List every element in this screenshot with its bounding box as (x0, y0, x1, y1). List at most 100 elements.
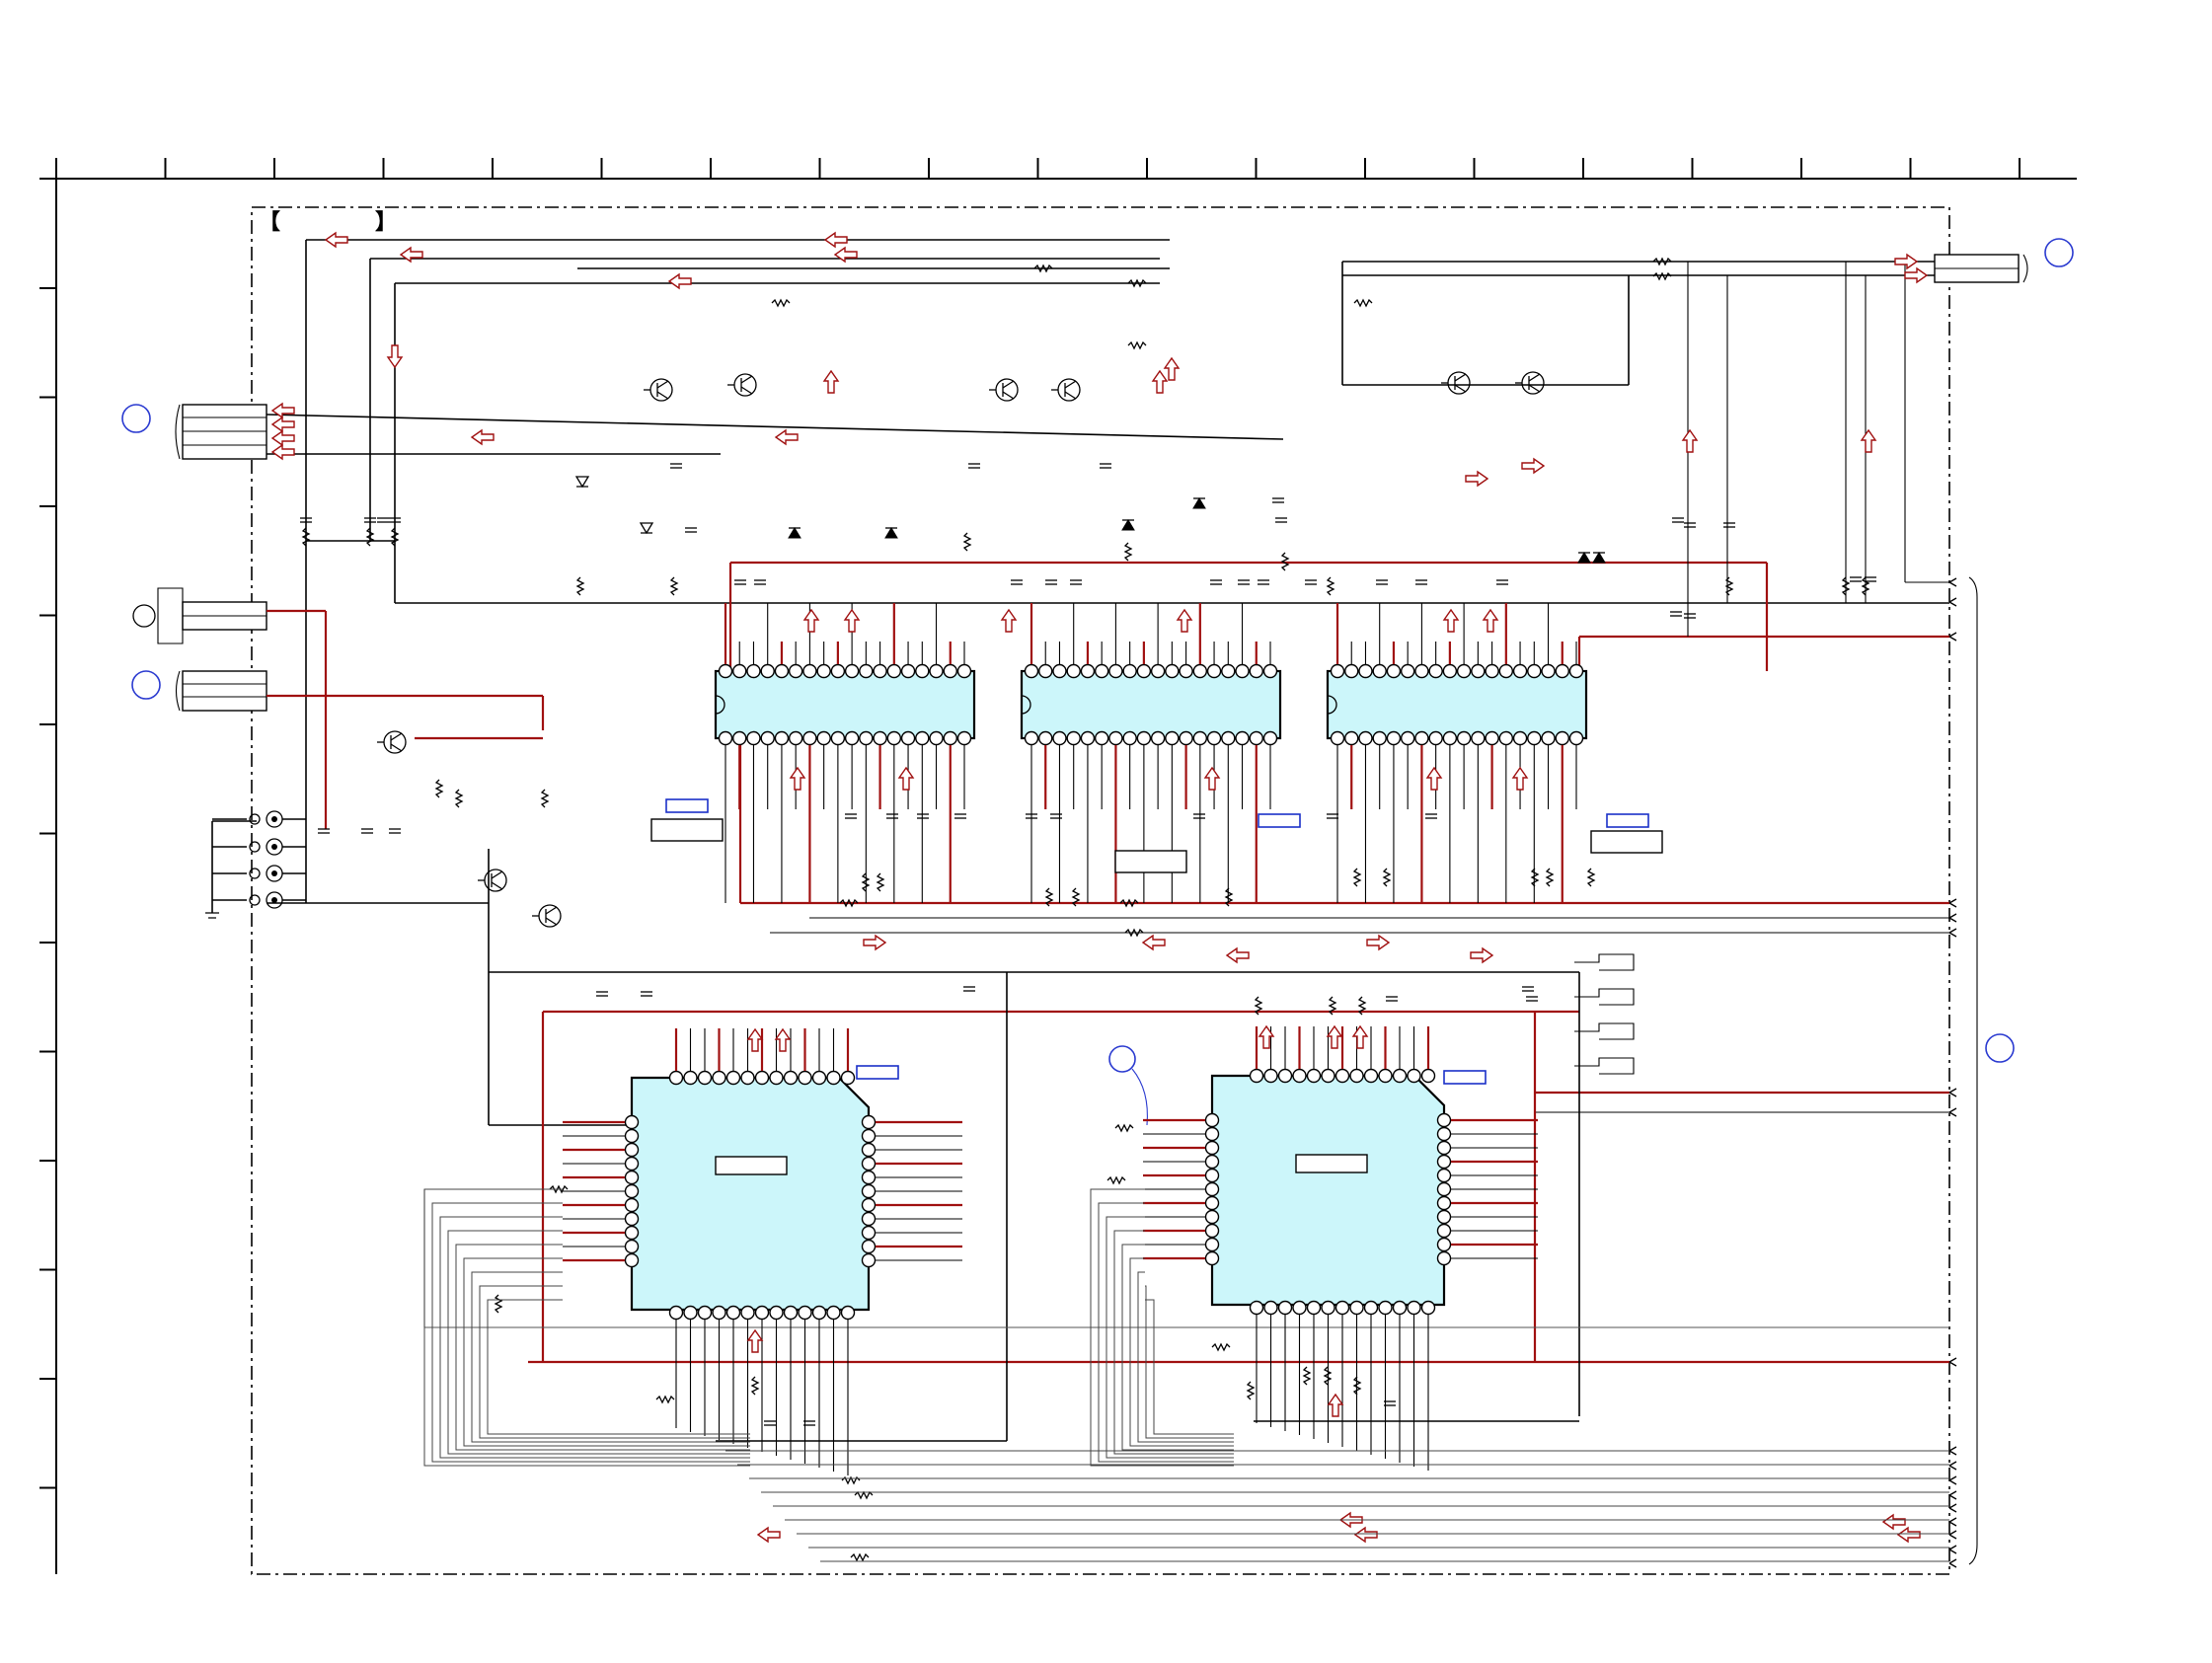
ic-pin (1436, 1250, 1452, 1266)
ic-pin (816, 730, 831, 746)
ic-pin (1262, 663, 1278, 679)
diode-icon (788, 527, 801, 539)
signal-arrow-icon (746, 1027, 764, 1052)
ic-pin (1471, 730, 1486, 746)
resistor (1652, 271, 1672, 281)
board-bracket-right: 】 (375, 209, 397, 234)
rca-jacks (205, 810, 306, 919)
transistor-icon (377, 730, 407, 754)
ic-pin (1321, 1300, 1335, 1316)
ic-pin (1066, 730, 1081, 746)
ic-pin (732, 663, 747, 679)
signal-arrow-icon (1151, 369, 1169, 394)
ic-body (630, 1076, 871, 1312)
dip-ic (714, 603, 976, 903)
ic-pin (1400, 663, 1415, 679)
ic-pin (1094, 730, 1109, 746)
ic-pin (783, 1305, 799, 1321)
ic-pin (697, 1305, 713, 1321)
terminal-arrow (1948, 577, 1957, 587)
ic-pin (1555, 730, 1569, 746)
signal-arrow-icon (1203, 766, 1221, 791)
resistor (1382, 868, 1392, 887)
ic-pin (774, 730, 790, 746)
ic-pin (1221, 730, 1236, 746)
terminal-arrow (1948, 1475, 1957, 1485)
ic-pin (1330, 730, 1345, 746)
ic-pin (624, 1156, 640, 1172)
resistor (876, 872, 885, 892)
transistor-icon (1521, 371, 1545, 395)
transistor-icon (538, 904, 562, 928)
ic-pin (861, 1211, 877, 1227)
ic-pin (1485, 730, 1499, 746)
transistor-icon (1057, 378, 1081, 402)
ic-pin (1407, 1300, 1421, 1316)
ic-pin (1428, 730, 1443, 746)
terminal-arrow (1948, 1545, 1957, 1554)
transistor-icon (733, 373, 757, 397)
ic-pin (1541, 730, 1556, 746)
ic-label-box (1295, 1154, 1368, 1173)
ic-pin (816, 663, 831, 679)
ic-pin (1512, 730, 1528, 746)
ic-pin (1150, 730, 1166, 746)
ic-pin (861, 1252, 877, 1268)
board-bracket-left: 【 (259, 209, 280, 234)
ic-pin (1066, 663, 1081, 679)
signal-arrow-icon (1442, 608, 1460, 633)
ic-pin (1136, 663, 1152, 679)
ic-pin (1321, 1068, 1335, 1084)
connector-left-lower (131, 670, 267, 712)
ic-pin (1249, 730, 1263, 746)
ic-pin (740, 1305, 755, 1321)
ic-pin (1306, 1300, 1322, 1316)
ref-circle-center (1108, 1045, 1136, 1073)
ic-pin (774, 663, 790, 679)
ic-pin (1436, 1237, 1452, 1252)
ic-pin (844, 730, 860, 746)
rca-jack-icon (271, 844, 277, 850)
connector-left-top (121, 404, 267, 460)
transistor-icon (1002, 391, 1015, 400)
ic-pin (1436, 1223, 1452, 1239)
resistor (1127, 340, 1147, 350)
terminal-arrow (1948, 1490, 1957, 1500)
ic-pin (1541, 663, 1556, 679)
signal-arrow-icon (1904, 266, 1929, 284)
ic-pin (886, 663, 902, 679)
ic-pin (859, 663, 874, 679)
ic-pin (1349, 1300, 1364, 1316)
ic-pin (760, 663, 775, 679)
ic-pin (798, 1305, 812, 1321)
ic-pin (624, 1183, 640, 1199)
ic-pin (1179, 663, 1193, 679)
signal-arrow-icon (1000, 608, 1018, 633)
terminal-arrow (1948, 898, 1957, 908)
resistor (1530, 868, 1540, 887)
ic-pin (1165, 663, 1180, 679)
ic-pin (1527, 730, 1542, 746)
diode-icon (884, 527, 898, 539)
ic-pin (1235, 663, 1250, 679)
rca-jack-icon (271, 897, 277, 903)
transistor-icon (478, 869, 507, 892)
ic-pin (1414, 663, 1429, 679)
ic-pin (861, 1239, 877, 1254)
signal-arrow-icon (789, 766, 806, 791)
transistor-icon (989, 378, 1019, 402)
ic-pin (929, 663, 944, 679)
ic-pin (1204, 1223, 1220, 1239)
signal-arrow-icon (1425, 766, 1443, 791)
signal-arrow-icon (774, 428, 799, 446)
signal-arrow-icon (833, 246, 858, 264)
resistor (1545, 868, 1555, 887)
signal-arrow-icon (470, 428, 495, 446)
ic-pin (1512, 663, 1528, 679)
ic-pin (1204, 1209, 1220, 1225)
diode-icon (1592, 552, 1606, 564)
ic-pin (1330, 663, 1345, 679)
transistor-icon (545, 917, 558, 926)
ic-pin (1568, 730, 1584, 746)
ground-icon (205, 912, 219, 919)
